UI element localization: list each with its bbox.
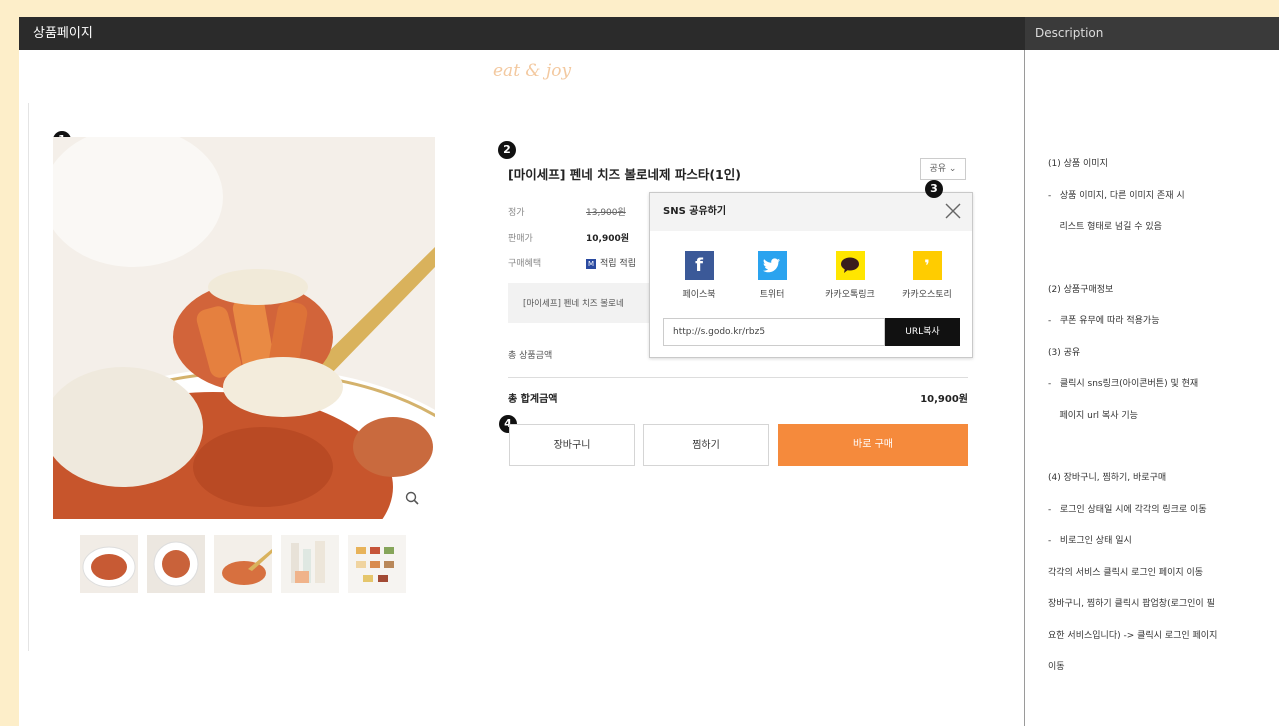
description-line: (4) 장바구니, 찜하기, 바로구매: [1048, 473, 1167, 483]
description-line: - 비로그인 상태 일시: [1048, 536, 1132, 546]
benefit-label: 구매혜택: [508, 259, 542, 269]
description-line: - 클릭시 sns링크(아이콘버튼) 및 현재: [1048, 379, 1199, 389]
annotation-marker-3: 3: [925, 180, 943, 198]
share-facebook-label: 페이스북: [682, 290, 716, 300]
twitter-bird-shape: [763, 258, 780, 273]
sale-price-label: 판매가: [508, 234, 533, 244]
subtotal-label: 총 상품금액: [508, 351, 553, 361]
product-title: [마이세프] 펜네 치즈 볼로네제 파스타(1인): [508, 167, 741, 182]
kakaotalk-icon: [835, 251, 865, 280]
description-title: Description: [1035, 26, 1104, 40]
description-line: - 상품 이미지, 다른 이미지 존재 시: [1048, 190, 1185, 201]
share-button[interactable]: 공유 ⌄: [920, 158, 966, 180]
description-line: (1) 상품 이미지: [1048, 159, 1108, 169]
share-kakaotalk-label: 카카오톡링크: [825, 290, 875, 300]
pasta-photo: [53, 137, 435, 519]
description-line: - 쿠폰 유무에 따라 적용가능: [1048, 316, 1160, 326]
thumbnail-5[interactable]: [348, 535, 406, 593]
speech-bubble-shape: [841, 257, 859, 273]
share-url-field[interactable]: http://s.godo.kr/rbz5: [663, 318, 885, 346]
close-icon[interactable]: [944, 202, 962, 220]
sns-share-popup: SNS 공유하기 f 페이스북 트위터 카카오톡링크 ❜ 카카오스토리 http…: [649, 192, 973, 358]
page-title-bar: 상품페이지: [19, 17, 1025, 50]
thumbnail-5-image: [348, 535, 406, 593]
description-line: 이동: [1048, 662, 1065, 672]
thumbnail-2[interactable]: [147, 535, 205, 593]
total-value: 10,900원: [920, 394, 968, 405]
panel-divider: [1024, 50, 1025, 726]
share-twitter-label: 트위터: [759, 290, 785, 300]
thumbnail-4-image: [281, 535, 339, 593]
description-panel: (1) 상품 이미지 - 상품 이미지, 다른 이미지 존재 시 리스트 형태로…: [1048, 138, 1279, 694]
buy-now-button[interactable]: 바로 구매: [778, 424, 968, 466]
description-line: 각각의 서비스 클릭시 로그인 페이지 이동: [1048, 567, 1204, 578]
description-line: 요한 서비스입니다) -> 클릭시 로그인 페이지: [1048, 630, 1218, 641]
thumbnail-1[interactable]: [80, 535, 138, 593]
wishlist-button[interactable]: 찜하기: [643, 424, 769, 466]
description-line: 페이지 url 복사 기능: [1048, 410, 1138, 421]
benefit-text: 적립 적립: [600, 259, 636, 269]
share-kakaotalk[interactable]: 카카오톡링크: [814, 251, 886, 300]
add-to-cart-button[interactable]: 장바구니: [509, 424, 635, 466]
annotation-marker-2: 2: [498, 141, 516, 159]
page-canvas: 상품페이지 Description eat & joy 1: [19, 17, 1279, 726]
description-title-bar: Description: [1025, 17, 1279, 50]
thumbnail-3-image: [214, 535, 272, 593]
thumbnail-1-image: [80, 535, 138, 593]
thumbnail-3[interactable]: [214, 535, 272, 593]
left-guide-line: [28, 103, 29, 651]
description-line: (2) 상품구매정보: [1048, 284, 1114, 295]
divider-line: [508, 377, 968, 378]
thumbnail-2-image: [147, 535, 205, 593]
sale-price-value: 10,900원: [586, 234, 630, 244]
description-line: (3) 공유: [1048, 347, 1081, 358]
list-price-label: 정가: [508, 208, 525, 218]
thumbnail-4[interactable]: [281, 535, 339, 593]
benefit-value: M 적립 적립: [586, 256, 636, 269]
page-title: 상품페이지: [33, 26, 93, 41]
description-line: - 로그인 상태일 시에 각각의 링크로 이동: [1048, 504, 1207, 515]
total-label: 총 합계금액: [508, 394, 558, 405]
zoom-icon[interactable]: [405, 491, 419, 505]
description-line: 리스트 형태로 넘길 수 있음: [1048, 222, 1162, 232]
brand-logo[interactable]: eat & joy: [493, 61, 571, 81]
share-kakaostory-label: 카카오스토리: [902, 290, 952, 300]
facebook-icon: f: [684, 251, 714, 280]
selected-option-text: [마이세프] 펜네 치즈 볼로네: [523, 299, 624, 309]
membership-badge-icon: M: [586, 258, 596, 269]
product-main-image[interactable]: [53, 137, 435, 519]
thumbnail-list: [80, 535, 406, 593]
kakaostory-icon: ❜: [912, 251, 942, 280]
share-twitter[interactable]: 트위터: [742, 251, 802, 300]
share-kakaostory[interactable]: ❜ 카카오스토리: [891, 251, 963, 300]
sns-popup-title: SNS 공유하기: [650, 193, 972, 231]
description-line: 장바구니, 찜하기 클릭시 팝업창(로그인이 필: [1048, 599, 1215, 609]
twitter-icon: [757, 251, 787, 280]
share-facebook[interactable]: f 페이스북: [669, 251, 729, 300]
url-copy-button[interactable]: URL복사: [885, 318, 960, 346]
list-price-value: 13,900원: [586, 208, 626, 218]
